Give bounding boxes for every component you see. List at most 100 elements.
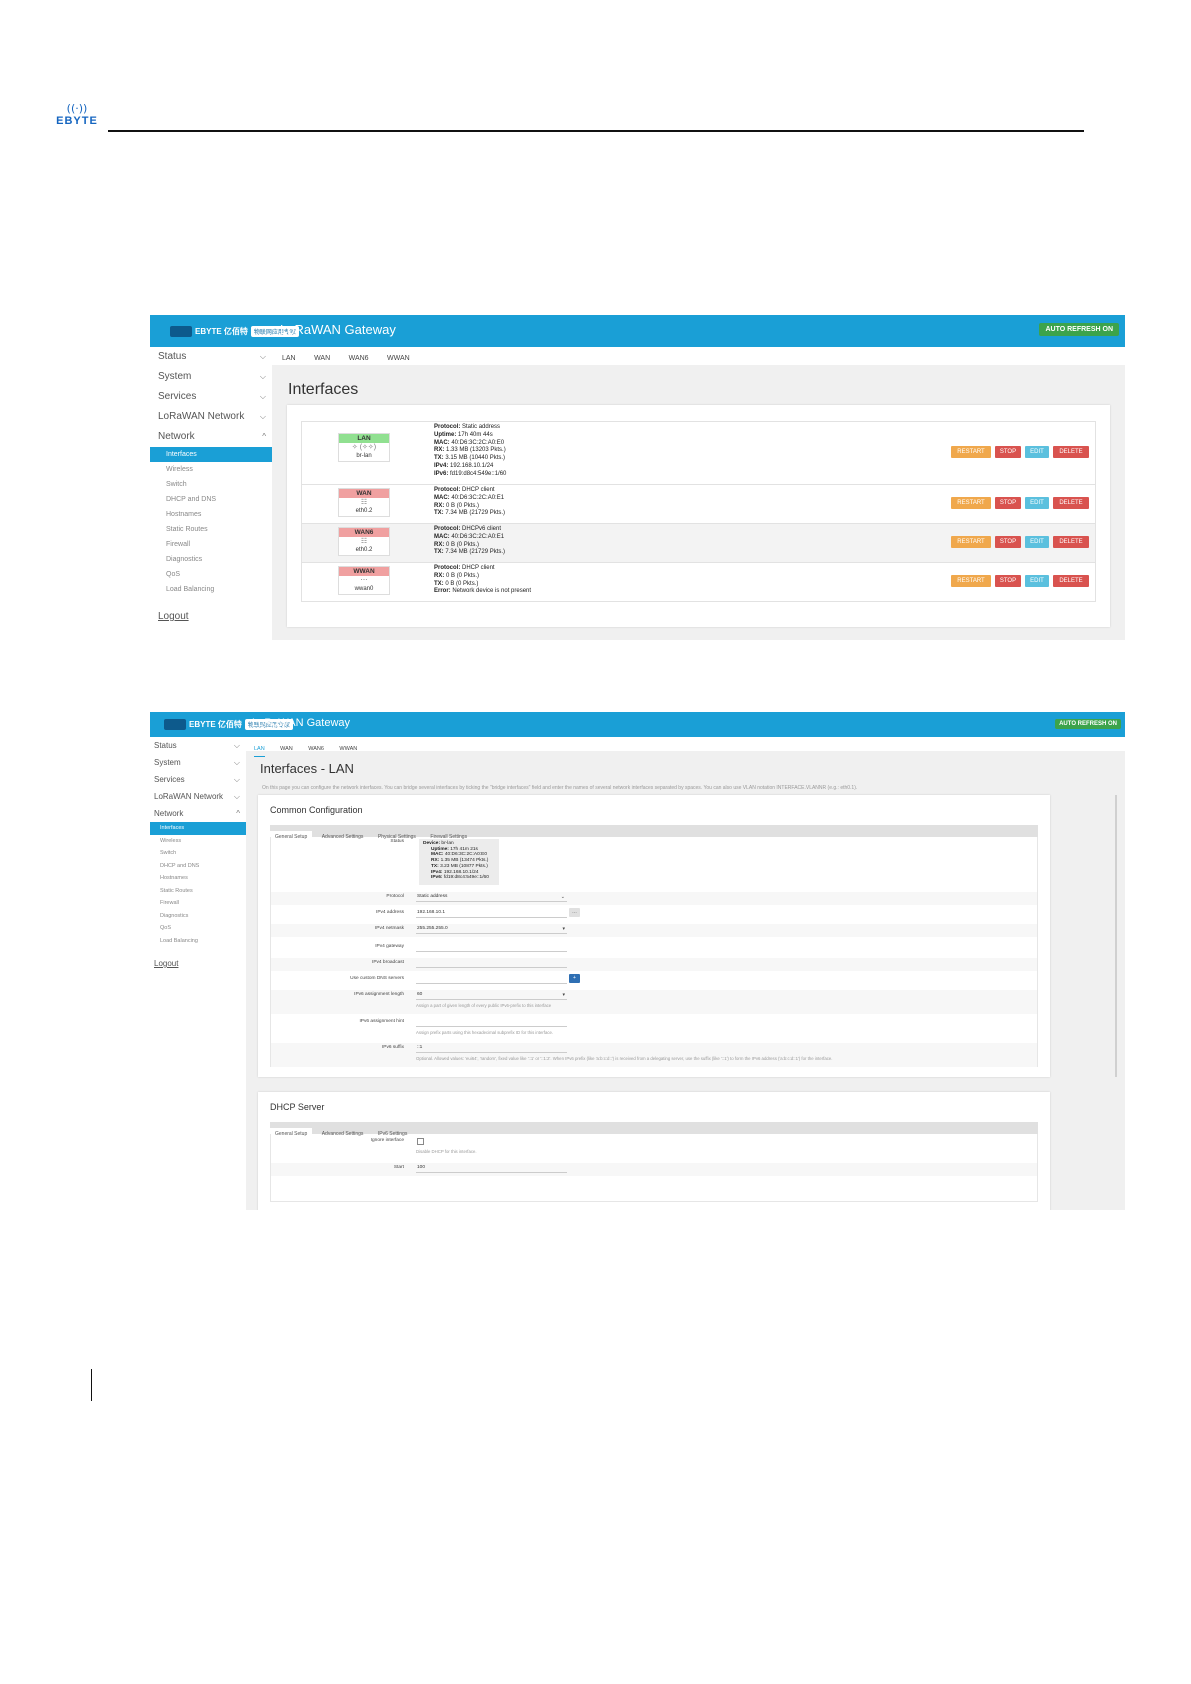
sidebar-item-lorawan-network[interactable]: LoRaWAN Network ⌵	[150, 407, 272, 427]
logout-link[interactable]: Logout	[150, 611, 272, 622]
sidebar-item-network[interactable]: Network ^	[150, 805, 246, 822]
info-line: Protocol: Static address	[434, 424, 506, 432]
protocol-value: Static address	[417, 894, 448, 899]
delete-button[interactable]: DELETE	[1053, 446, 1089, 458]
logout-link[interactable]: Logout	[150, 959, 246, 968]
sidebar-subitem-interfaces[interactable]: Interfaces	[150, 822, 246, 835]
dhcp-start-input[interactable]: 100	[416, 1164, 567, 1173]
status-value: 192.168.10.1/24	[443, 869, 479, 875]
chevron-down-icon: ⌵	[259, 392, 266, 401]
protocol-select[interactable]: Static address ⌄	[416, 893, 567, 902]
field-label: Protocol	[386, 894, 404, 899]
stop-button[interactable]: STOP	[995, 497, 1021, 509]
sidebar-item-services[interactable]: Services ⌵	[150, 387, 272, 407]
restart-button[interactable]: RESTART	[951, 446, 991, 458]
auto-refresh-button[interactable]: AUTO REFRESH ON	[1039, 323, 1119, 336]
ipv6-length-select[interactable]: 60 ▾	[416, 991, 567, 1000]
more-options-button[interactable]: …	[569, 908, 580, 917]
tab-wwan[interactable]: WWAN	[339, 742, 357, 756]
chevron-down-icon: ⌵	[259, 372, 266, 381]
ipv4-address-input[interactable]: 192.168.10.1	[416, 909, 567, 918]
sidebar-subitem-dhcp-dns[interactable]: DHCP and DNS	[150, 860, 246, 873]
protocol-row: Protocol Static address ⌄	[271, 892, 1037, 905]
tab-wan[interactable]: WAN	[280, 742, 293, 756]
tab-wwan[interactable]: WWAN	[387, 350, 410, 368]
sidebar-subitem-hostnames[interactable]: Hostnames	[150, 872, 246, 885]
auto-refresh-button[interactable]: AUTO REFRESH ON	[1055, 719, 1121, 729]
interface-badge: WAN6 ☷ eth0.2	[338, 527, 390, 556]
sidebar-subitem-static-routes[interactable]: Static Routes	[150, 522, 272, 537]
edit-button[interactable]: EDIT	[1025, 446, 1049, 458]
chevron-down-icon: ⌵	[259, 412, 266, 421]
sidebar-subitem-firewall[interactable]: Firewall	[150, 537, 272, 552]
sidebar-item-network[interactable]: Network ^	[150, 427, 272, 447]
stop-button[interactable]: STOP	[995, 536, 1021, 548]
ipv6-suffix-input[interactable]: ::1	[416, 1044, 567, 1053]
ipv6-hint-input[interactable]	[416, 1018, 567, 1027]
scrollbar[interactable]	[1115, 795, 1117, 1077]
ipv4-netmask-select[interactable]: 255.255.255.0 ▾	[416, 925, 567, 934]
ignore-interface-checkbox[interactable]	[417, 1138, 424, 1145]
tab-lan[interactable]: LAN	[282, 350, 296, 368]
field-hint: Assign a part of given length of every p…	[416, 1003, 552, 1008]
ignore-interface-row: Ignore interface Disable DHCP for this i…	[271, 1136, 1037, 1160]
field-label: IPv4 address	[376, 910, 404, 915]
sidebar-subitem-qos[interactable]: QoS	[150, 922, 246, 935]
restart-button[interactable]: RESTART	[951, 575, 991, 587]
tab-wan6[interactable]: WAN6	[349, 350, 369, 368]
info-value: DHCPv6 client	[462, 526, 502, 532]
top-bar: EBYTE 亿佰特 物联网应用专家 LoRaWAN Gateway AUTO R…	[150, 712, 1125, 737]
brand-mark-icon	[164, 719, 186, 730]
row-actions: RESTART STOP EDIT DELETE	[951, 446, 1089, 458]
interface-name: WAN6	[339, 528, 389, 537]
field-label: Use custom DNS servers	[350, 976, 404, 981]
delete-button[interactable]: DELETE	[1053, 497, 1089, 509]
sidebar-subitem-load-balancing[interactable]: Load Balancing	[150, 935, 246, 948]
ethernet-port-icon: ☷	[360, 538, 368, 545]
edit-button[interactable]: EDIT	[1025, 497, 1049, 509]
dns-server-input[interactable]	[416, 975, 567, 984]
sidebar-item-status[interactable]: Status ⌵	[150, 347, 272, 367]
sidebar-subitem-wireless[interactable]: Wireless	[150, 835, 246, 848]
sidebar-subitem-static-routes[interactable]: Static Routes	[150, 885, 246, 898]
ipv4-broadcast-input[interactable]	[416, 959, 567, 968]
general-setup-form: Status Device: br-lan Uptime: 17h 41m 21s…	[270, 837, 1038, 1067]
sidebar-subitem-diagnostics[interactable]: Diagnostics	[150, 552, 272, 567]
delete-button[interactable]: DELETE	[1053, 575, 1089, 587]
sidebar-item-services[interactable]: Services ⌵	[150, 771, 246, 788]
sidebar-subitem-diagnostics[interactable]: Diagnostics	[150, 910, 246, 923]
tab-wan[interactable]: WAN	[314, 350, 330, 368]
restart-button[interactable]: RESTART	[951, 497, 991, 509]
sidebar-subitem-load-balancing[interactable]: Load Balancing	[150, 582, 272, 597]
sidebar-item-system[interactable]: System ⌵	[150, 367, 272, 387]
sidebar-subitem-firewall[interactable]: Firewall	[150, 897, 246, 910]
info-key: MAC:	[434, 439, 450, 446]
page-description: On this page you can configure the netwo…	[262, 785, 858, 791]
sidebar-subitem-switch[interactable]: Switch	[150, 477, 272, 492]
restart-button[interactable]: RESTART	[951, 536, 991, 548]
sidebar-item-status[interactable]: Status ⌵	[150, 737, 246, 754]
tab-lan[interactable]: LAN	[254, 742, 265, 757]
info-value: 17h 40m 44s	[458, 431, 493, 438]
stop-button[interactable]: STOP	[995, 446, 1021, 458]
info-key: TX:	[434, 510, 444, 517]
status-key: TX:	[431, 863, 439, 869]
ipv4-gateway-input[interactable]	[416, 943, 567, 952]
sidebar-item-lorawan-network[interactable]: LoRaWAN Network ⌵	[150, 788, 246, 805]
add-dns-button[interactable]: +	[569, 974, 580, 983]
sidebar-subitem-wireless[interactable]: Wireless	[150, 462, 272, 477]
edit-button[interactable]: EDIT	[1025, 575, 1049, 587]
info-value: 0 B (0 Pkts.)	[446, 502, 480, 509]
edit-button[interactable]: EDIT	[1025, 536, 1049, 548]
info-key: Protocol:	[434, 487, 461, 493]
info-key: Protocol:	[434, 526, 461, 532]
sidebar-subitem-dhcp-dns[interactable]: DHCP and DNS	[150, 492, 272, 507]
sidebar-item-system[interactable]: System ⌵	[150, 754, 246, 771]
sidebar-subitem-hostnames[interactable]: Hostnames	[150, 507, 272, 522]
sidebar-subitem-switch[interactable]: Switch	[150, 847, 246, 860]
stop-button[interactable]: STOP	[995, 575, 1021, 587]
tab-wan6[interactable]: WAN6	[308, 742, 324, 756]
delete-button[interactable]: DELETE	[1053, 536, 1089, 548]
sidebar-subitem-interfaces[interactable]: Interfaces	[150, 447, 272, 462]
sidebar-subitem-qos[interactable]: QoS	[150, 567, 272, 582]
